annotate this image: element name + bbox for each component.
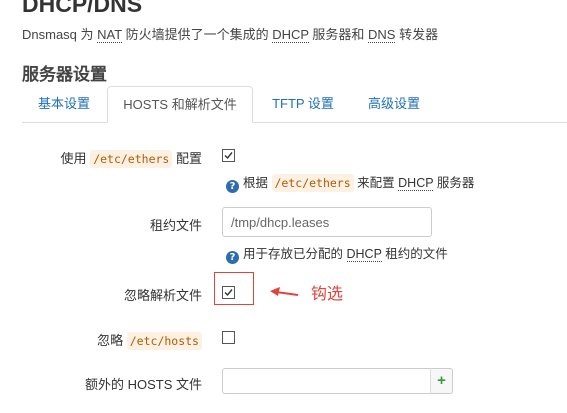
- leasefile-input[interactable]: [222, 207, 432, 237]
- ethers-checkbox[interactable]: [222, 149, 235, 162]
- checkmark-icon: [224, 152, 233, 160]
- label-text: 使用: [60, 151, 87, 166]
- desc-text: 服务器和: [308, 27, 369, 42]
- help-text: 租约的文件: [385, 247, 448, 261]
- checkmark-icon: [224, 289, 233, 297]
- addnhosts-input[interactable]: [222, 368, 431, 394]
- label-text: 配置: [175, 151, 202, 166]
- nat-abbr: NAT: [97, 27, 122, 43]
- tab-tftp-settings[interactable]: TFTP 设置: [258, 86, 348, 122]
- help-text: 服务器: [436, 176, 475, 190]
- dhcp-abbr: DHCP: [346, 247, 382, 262]
- plus-icon: +: [437, 372, 446, 389]
- question-icon: ?: [226, 180, 239, 193]
- help-text: 根据: [243, 176, 269, 190]
- ethers-label: 使用 /etc/ethers 配置: [40, 148, 202, 168]
- dhcp-abbr: DHCP: [398, 176, 434, 191]
- desc-text: 转发器: [395, 27, 439, 42]
- page-description: Dnsmasq 为 NAT 防火墙提供了一个集成的 DHCP 服务器和 DNS …: [22, 24, 438, 43]
- noresolv-checkbox[interactable]: [222, 286, 235, 299]
- annotation-text: 钩选: [311, 286, 344, 303]
- dhcp-abbr: DHCP: [272, 27, 309, 43]
- leasefile-help: ? 用于存放已分配的 DHCP 租约的文件: [226, 243, 448, 264]
- addnhosts-label: 额外的 HOSTS 文件: [84, 377, 202, 392]
- hosts-code: /etc/hosts: [126, 332, 202, 350]
- section-title: 服务器设置: [22, 65, 107, 84]
- tab-advanced-settings[interactable]: 高级设置: [352, 86, 436, 122]
- ethers-code: /etc/ethers: [90, 150, 173, 168]
- ethers-code: /etc/ethers: [271, 174, 354, 192]
- desc-text: Dnsmasq 为: [22, 27, 98, 42]
- help-text: 来配置: [357, 176, 395, 190]
- nohosts-label: 忽略 /etc/hosts: [70, 330, 202, 350]
- leasefile-label: 租约文件: [149, 218, 202, 233]
- noresolv-label: 忽略解析文件: [123, 288, 202, 303]
- tab-bar: 基本设置 HOSTS 和解析文件 TFTP 设置 高级设置: [22, 86, 567, 123]
- question-icon: ?: [226, 251, 239, 264]
- arrow-left-icon: [270, 287, 299, 296]
- ethers-help: ? 根据 /etc/ethers 来配置 DHCP 服务器: [226, 172, 474, 193]
- page-title: DHCP/DNS: [22, 0, 143, 17]
- help-text: 用于存放已分配的: [243, 247, 344, 261]
- add-button[interactable]: +: [430, 368, 453, 394]
- label-text: 忽略: [97, 333, 124, 348]
- tab-basic-settings[interactable]: 基本设置: [22, 86, 106, 122]
- tab-hosts-resolv[interactable]: HOSTS 和解析文件: [107, 86, 253, 123]
- nohosts-checkbox[interactable]: [222, 331, 235, 344]
- desc-text: 防火墙提供了一个集成的: [121, 27, 273, 42]
- dns-abbr: DNS: [368, 27, 396, 43]
